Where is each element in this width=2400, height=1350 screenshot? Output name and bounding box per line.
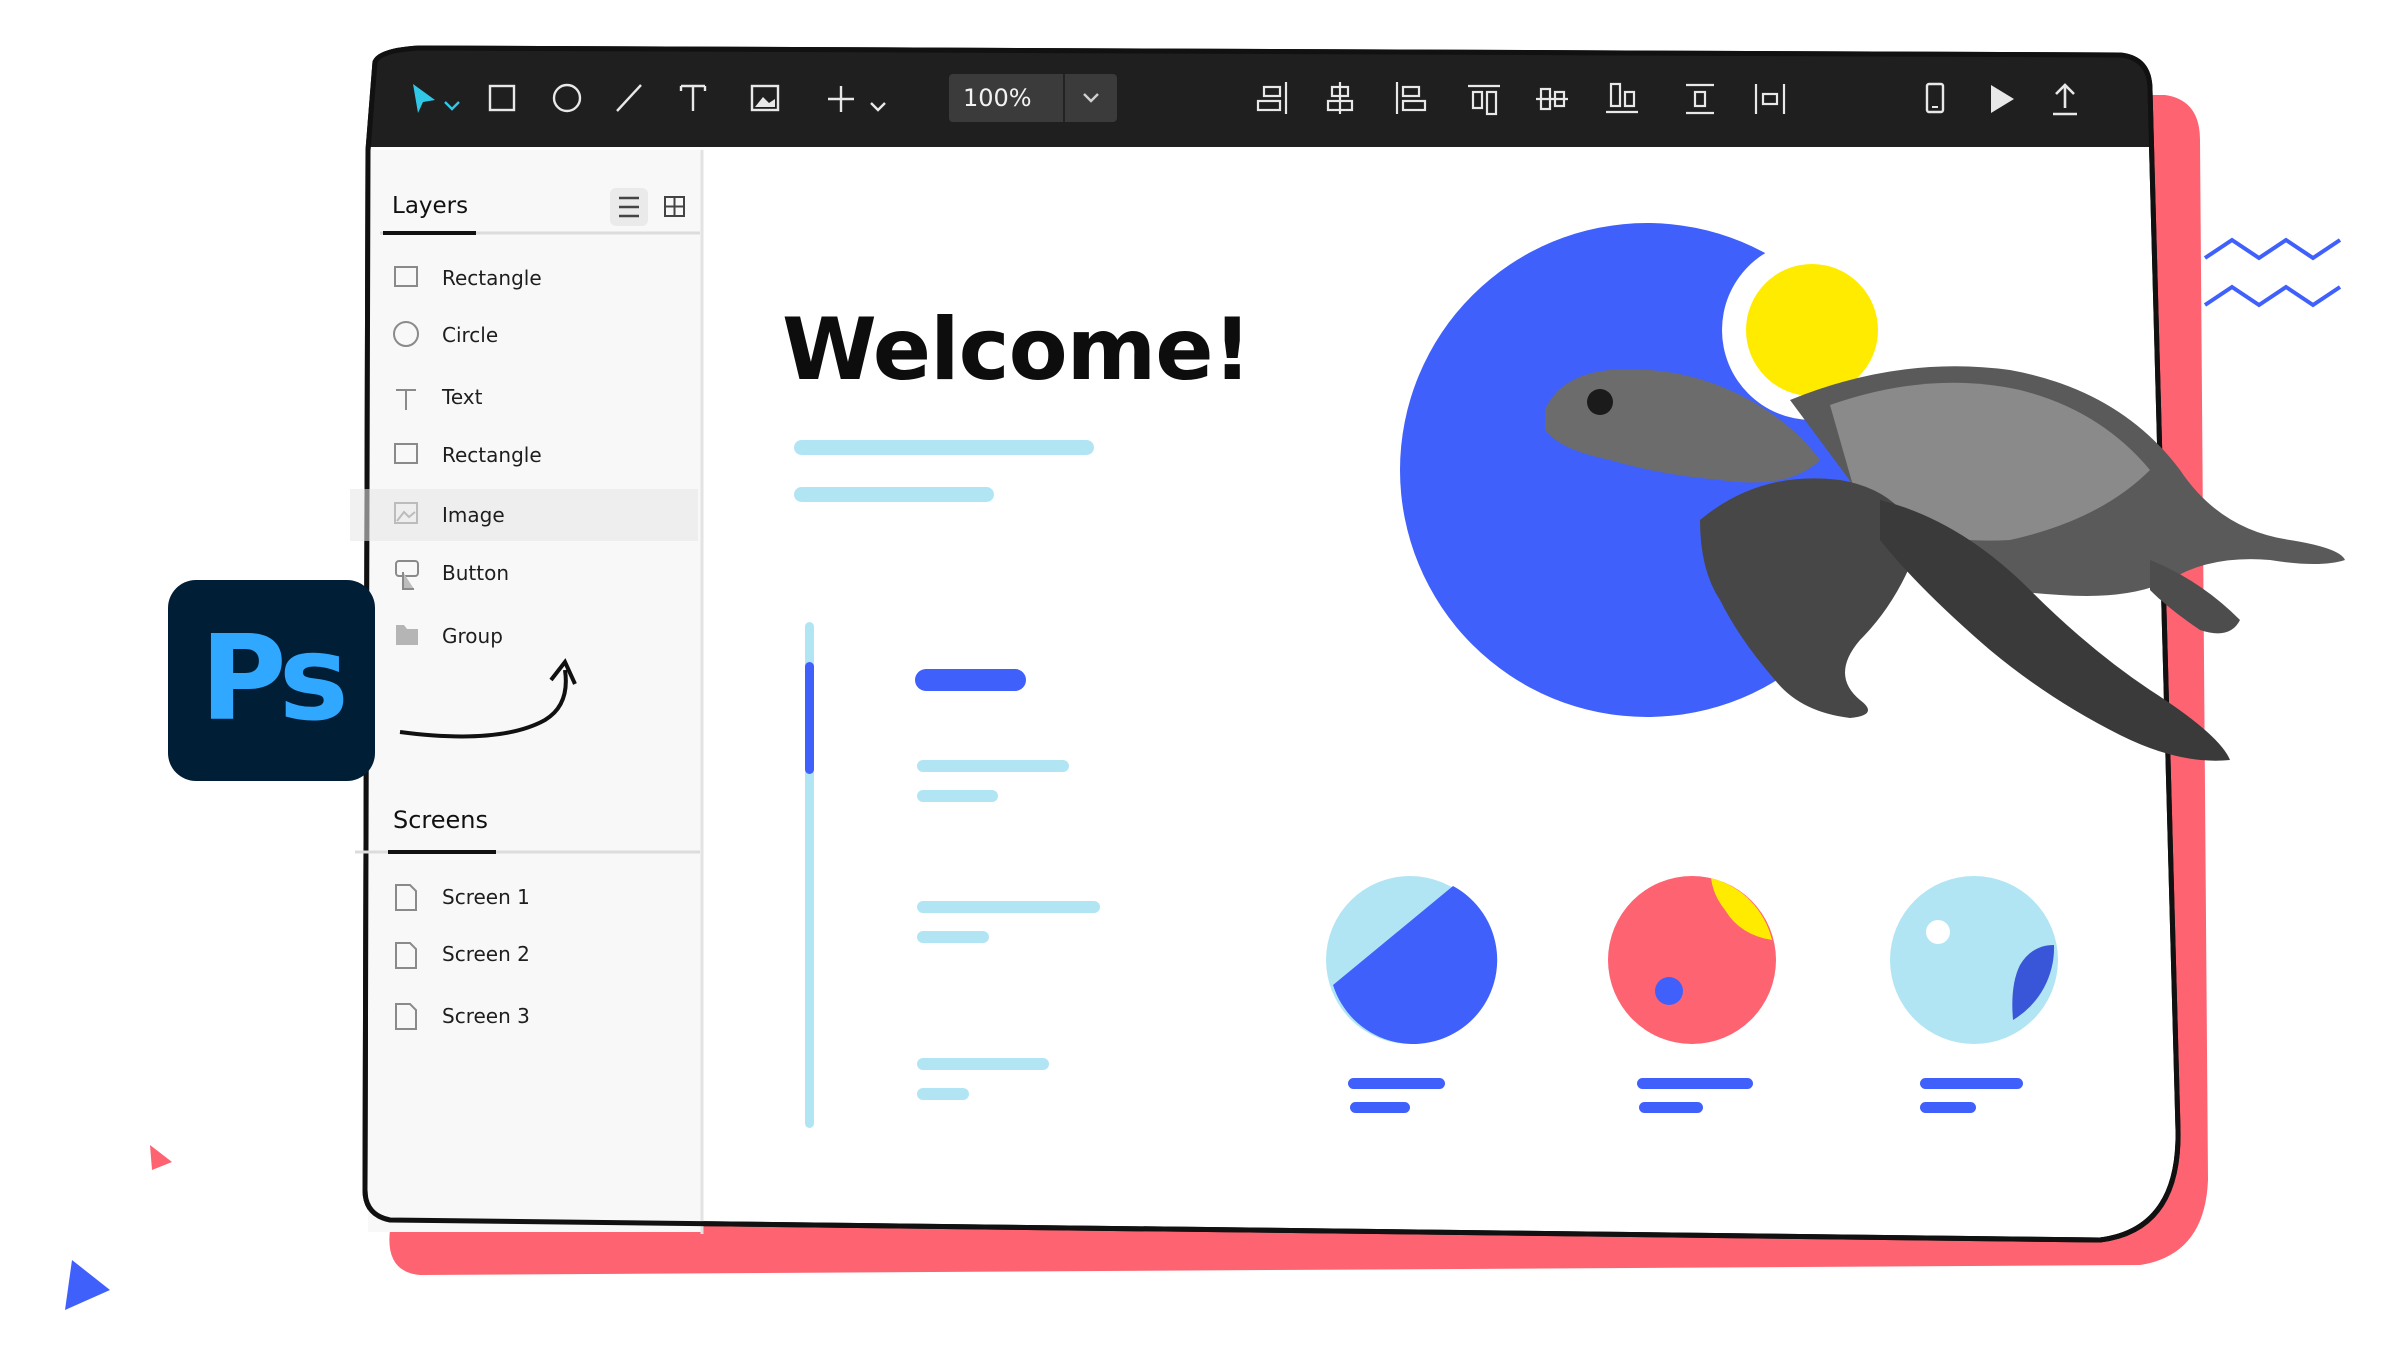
layer-label: Rectangle [442, 266, 542, 290]
layer-label: Button [442, 561, 509, 585]
triangle-decoration [65, 1260, 110, 1310]
layer-item-image[interactable]: Image [350, 489, 698, 541]
layer-item-group[interactable]: Group [350, 610, 698, 662]
card-3-line [1920, 1102, 1976, 1113]
zigzag-decoration [2203, 284, 2342, 308]
layer-item-rectangle[interactable]: Rectangle [350, 252, 698, 304]
screen-label: Screen 3 [442, 1004, 530, 1028]
photoshop-logo-text: Ps [200, 608, 349, 747]
layer-item-text[interactable]: Text [350, 371, 698, 423]
screen-label: Screen 1 [442, 885, 530, 909]
card-3-graphic [1890, 876, 2058, 1044]
layer-item-button[interactable]: Button [350, 547, 698, 599]
zoom-value: 100% [963, 84, 1032, 112]
photoshop-logo: Ps [168, 580, 375, 781]
layers-tab[interactable]: Layers [392, 193, 468, 219]
placeholder-line [794, 440, 1094, 455]
layer-item-rectangle[interactable]: Rectangle [350, 429, 698, 481]
screen-item-3[interactable]: Screen 3 [350, 990, 698, 1042]
card-2-line [1639, 1102, 1703, 1113]
screens-tab[interactable]: Screens [393, 806, 488, 834]
list-item-line [917, 931, 989, 943]
list-item-line [917, 790, 998, 802]
stage: 100% Layers Rectangle Circle Text Rectan… [0, 0, 2400, 1350]
card-1-line [1348, 1078, 1445, 1089]
chevron-down-icon[interactable] [1065, 74, 1117, 122]
card-2-line [1637, 1078, 1753, 1089]
layer-label: Circle [442, 323, 499, 347]
screen-item-2[interactable]: Screen 2 [350, 928, 698, 980]
canvas-heading[interactable]: Welcome! [782, 300, 1252, 400]
card-1-line [1350, 1102, 1410, 1113]
hero-yellow-circle [1746, 264, 1878, 396]
zoom-dropdown[interactable]: 100% [949, 74, 1117, 122]
card-2-graphic [1608, 876, 1776, 1044]
zigzag-decoration [2203, 237, 2342, 261]
card-1-graphic [1326, 876, 1498, 1044]
list-item-line [917, 1088, 969, 1100]
list-item-line [917, 760, 1069, 772]
layer-item-circle[interactable]: Circle [350, 309, 698, 361]
triangle-decoration [150, 1145, 172, 1170]
card-3-line [1920, 1078, 2023, 1089]
placeholder-line [794, 487, 994, 502]
layer-label: Rectangle [442, 443, 542, 467]
layer-label: Text [442, 385, 483, 409]
scroll-thumb[interactable] [805, 662, 814, 774]
screen-label: Screen 2 [442, 942, 530, 966]
list-item-line [917, 1058, 1049, 1070]
screen-item-1[interactable]: Screen 1 [350, 871, 698, 923]
layer-label: Group [442, 624, 503, 648]
list-item-line [917, 901, 1100, 913]
toolbar-bg [368, 48, 2152, 147]
layer-label: Image [442, 503, 505, 527]
list-item-bar [915, 669, 1026, 691]
